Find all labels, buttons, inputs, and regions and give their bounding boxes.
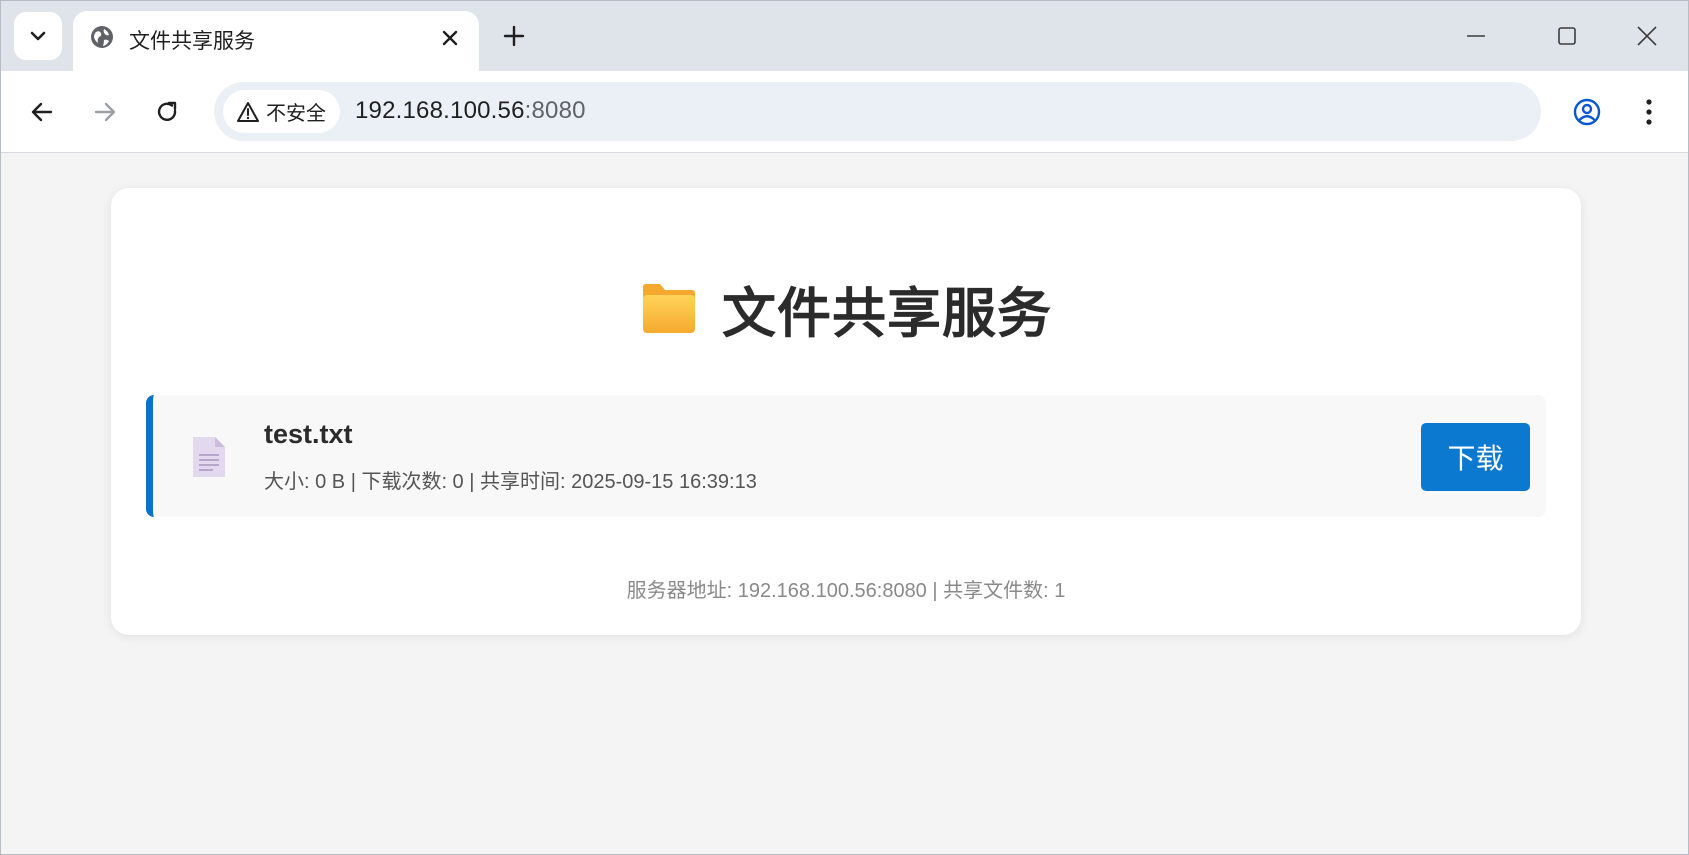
security-label: 不安全 [266,103,326,125]
plus-icon [503,25,525,47]
arrow-left-icon [31,102,53,122]
minimize-icon [1467,35,1485,37]
url-port: :8080 [524,97,586,124]
forward-button[interactable] [85,92,125,132]
page-content: 文件共享服务 test.txt 大小: 0 B | 下载次数: 0 | 共享时间… [1,153,1688,854]
file-share-card: 文件共享服务 test.txt 大小: 0 B | 下载次数: 0 | 共享时间… [111,188,1581,635]
browser-toolbar: 不安全 192.168.100.56:8080 [1,71,1688,153]
tab-title: 文件共享服务 [129,30,255,53]
server-info: 服务器地址: 192.168.100.56:8080 | 共享文件数: 1 [626,580,1066,602]
warning-icon [237,101,259,122]
browser-window: 文件共享服务 不安全 192.168.100.56:8080 文件共享服务 te… [0,0,1689,855]
back-button[interactable] [22,92,62,132]
maximize-button[interactable] [1550,19,1584,53]
file-list-item: test.txt 大小: 0 B | 下载次数: 0 | 共享时间: 2025-… [146,395,1546,517]
tab-strip: 文件共享服务 [1,1,1688,71]
minimize-button[interactable] [1459,19,1493,53]
security-chip[interactable]: 不安全 [223,90,340,133]
profile-icon [1573,98,1601,126]
new-tab-button[interactable] [499,21,529,51]
reload-button[interactable] [147,92,187,132]
url-host: 192.168.100.56 [355,97,525,124]
kebab-menu-icon [1646,99,1652,125]
address-bar[interactable]: 不安全 192.168.100.56:8080 [214,82,1541,141]
close-icon [1637,26,1657,46]
folder-icon [643,284,695,333]
file-meta: 大小: 0 B | 下载次数: 0 | 共享时间: 2025-09-15 16:… [264,471,757,493]
document-icon [193,437,225,477]
download-button[interactable]: 下载 [1421,423,1530,491]
globe-icon [91,26,113,48]
page-title: 文件共享服务 [722,283,1052,344]
tab-close-button[interactable] [437,25,463,51]
url-text[interactable]: 192.168.100.56:8080 [355,97,586,125]
menu-button[interactable] [1629,92,1669,132]
tab-search-button[interactable] [14,12,62,60]
maximize-icon [1558,27,1576,45]
close-window-button[interactable] [1630,19,1664,53]
page-heading: 文件共享服务 [111,273,1581,344]
profile-button[interactable] [1567,92,1607,132]
chevron-down-icon [30,31,46,41]
file-name: test.txt [264,419,353,449]
arrow-right-icon [94,102,116,122]
reload-icon [157,101,177,121]
close-icon [442,30,458,46]
active-tab[interactable]: 文件共享服务 [73,11,479,71]
